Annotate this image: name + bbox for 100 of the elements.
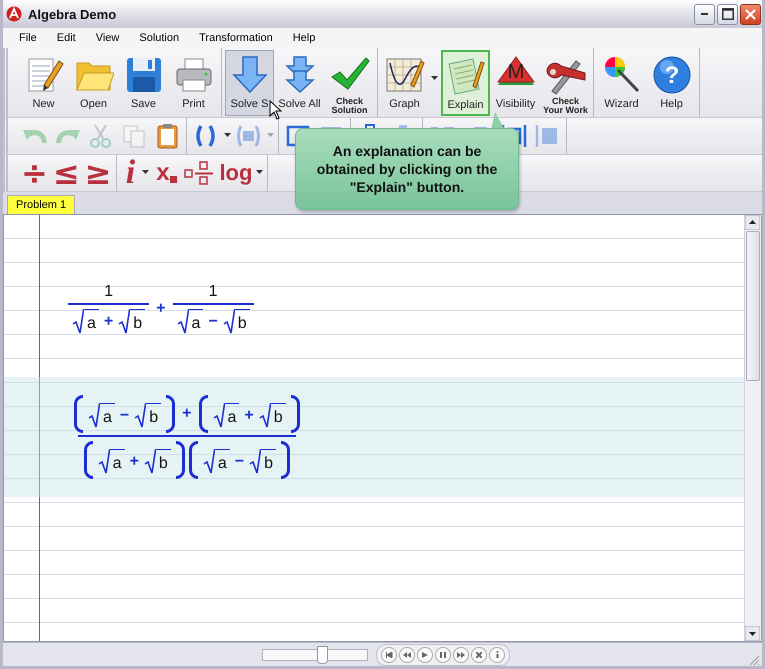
radical-sign: [258, 403, 271, 429]
fast-forward-icon: [457, 652, 465, 658]
parenthesis: [84, 441, 93, 479]
symbol-button[interactable]: i: [120, 157, 150, 189]
maximize-icon: [722, 8, 734, 20]
radical-sign: [98, 449, 110, 475]
tab[interactable]: Problem 1: [7, 195, 76, 214]
menu-item[interactable]: Edit: [46, 32, 86, 44]
play-button[interactable]: [417, 646, 433, 662]
math-operator: +: [182, 405, 192, 423]
scroll-down-icon[interactable]: [745, 626, 760, 641]
math-operator: −: [120, 407, 130, 425]
copy-icon: [121, 123, 147, 149]
math-variable: b: [234, 309, 250, 335]
stop-button[interactable]: [471, 646, 487, 662]
scissors-icon: [88, 123, 114, 149]
rewind-icon: [403, 652, 411, 658]
math-number: 1: [208, 283, 219, 301]
math-operator: −: [208, 313, 218, 331]
caret-icon[interactable]: [431, 76, 438, 80]
app-icon: [6, 6, 22, 22]
math-variable: b: [130, 309, 146, 335]
info-icon: [496, 651, 498, 658]
math-operator: +: [130, 453, 139, 471]
symbol-button[interactable]: log: [217, 157, 264, 189]
menu-item[interactable]: View: [86, 32, 130, 44]
caret-icon[interactable]: [142, 170, 150, 175]
scrollbar[interactable]: [744, 215, 761, 641]
math-variable: a: [100, 403, 115, 429]
symbol-button[interactable]: x: [151, 157, 182, 189]
math-variable: b: [156, 449, 171, 475]
minimize-icon: [701, 13, 708, 15]
parenthesis: [198, 395, 208, 433]
fast-forward-button[interactable]: [453, 646, 469, 662]
math-variable: a: [188, 309, 204, 335]
toolbar-button[interactable]: Open: [69, 50, 118, 116]
menu-item[interactable]: Help: [282, 32, 326, 44]
square-icon: [170, 176, 177, 183]
math-variable: b: [146, 403, 162, 429]
rewind-button[interactable]: [399, 646, 415, 662]
cross-icon: [476, 652, 482, 658]
bracket-box-icon: [235, 123, 261, 149]
symbol-button[interactable]: ≤: [50, 157, 82, 189]
math-operator: +: [104, 313, 114, 331]
math-variable: b: [261, 449, 276, 475]
help-icon: ?: [652, 54, 692, 94]
slider-thumb[interactable]: [317, 646, 328, 664]
pause-button[interactable]: [435, 646, 451, 662]
minimize-button[interactable]: [694, 4, 715, 24]
radical-sign: [212, 403, 224, 429]
info-button[interactable]: [489, 646, 505, 662]
toolbar-button[interactable]: ? Help: [647, 50, 696, 116]
math-operator: +: [156, 300, 166, 318]
math-variable: a: [84, 309, 99, 335]
notepad-pencil-icon: [446, 56, 486, 96]
bar-box-icon: [534, 123, 560, 149]
menu-item[interactable]: File: [9, 32, 47, 44]
parenthesis: [188, 441, 198, 479]
menu-item[interactable]: Solution: [129, 32, 190, 44]
caret-icon[interactable]: [256, 170, 264, 175]
parenthesis: [280, 441, 290, 479]
symbol-button[interactable]: ≥: [82, 157, 114, 189]
scroll-thumb[interactable]: [746, 231, 760, 381]
caret-icon[interactable]: [224, 133, 231, 138]
menu-item[interactable]: Transformation: [189, 32, 283, 44]
skip-start-button[interactable]: [381, 646, 397, 662]
resize-grip-icon: [748, 654, 760, 666]
toolbar-button[interactable]: Check Your Work: [541, 50, 590, 116]
maximize-button[interactable]: [717, 4, 738, 24]
radical-sign: [72, 309, 84, 335]
toolbar-button[interactable]: New: [19, 50, 68, 116]
radical-sign: [176, 309, 188, 335]
scroll-up-icon[interactable]: [745, 215, 760, 230]
toolbar-button[interactable]: Solve S: [225, 50, 274, 116]
math-operator: −: [234, 453, 244, 471]
radical-sign: [118, 309, 130, 335]
window-title: Algebra Demo: [28, 6, 118, 22]
math-variable: a: [110, 449, 125, 475]
radical-sign: [144, 449, 156, 475]
toolbar-button[interactable]: Print: [169, 50, 218, 116]
math-variable: b: [270, 403, 286, 429]
math-variable: a: [214, 449, 230, 475]
play-icon: [422, 652, 428, 658]
math-variable: a: [224, 403, 240, 429]
down-arrow-icon: [230, 54, 270, 94]
parenthesis: [176, 441, 185, 479]
toolbar-button[interactable]: Wizard: [597, 50, 646, 116]
skip-start-icon: [386, 652, 392, 658]
radical-sign: [202, 449, 215, 475]
radical-sign: [134, 403, 146, 429]
math-operator: +: [244, 407, 254, 425]
pause-icon: [440, 652, 446, 658]
toolbar-button[interactable]: Save: [119, 50, 168, 116]
parenthesis: [166, 395, 176, 433]
radical-sign: [249, 449, 262, 475]
symbol-button[interactable]: ÷: [19, 157, 50, 189]
close-button[interactable]: [740, 4, 761, 24]
radical-sign: [88, 403, 100, 429]
math-number: 1: [103, 283, 114, 301]
toolbar-button[interactable]: Explain: [441, 50, 490, 116]
